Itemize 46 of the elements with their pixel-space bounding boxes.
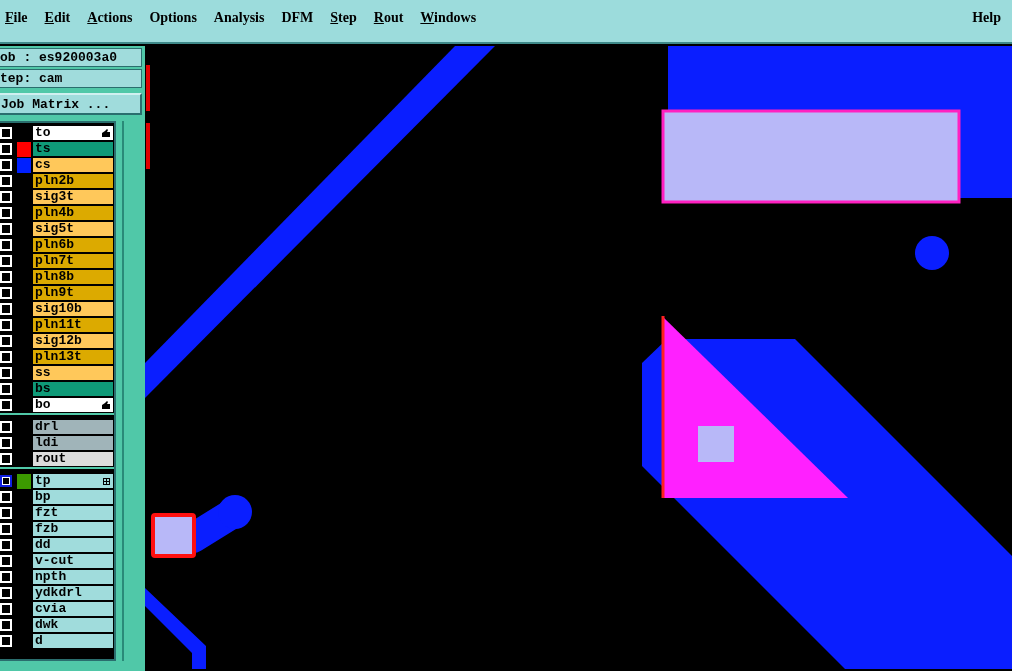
menu-item[interactable]: Options xyxy=(149,10,197,26)
layer-name[interactable]: sig5t xyxy=(33,222,113,236)
layer-name[interactable]: pln13t xyxy=(33,350,113,364)
layer-name[interactable]: drl xyxy=(33,420,113,434)
layer-name[interactable]: pln4b xyxy=(33,206,113,220)
layer-name[interactable]: rout xyxy=(33,452,113,466)
layer-name[interactable]: npth xyxy=(33,570,113,584)
layer-name[interactable]: dd xyxy=(33,538,113,552)
menu-item[interactable]: Actions xyxy=(87,10,133,26)
menu-item[interactable]: DFM xyxy=(281,10,314,26)
layer-name[interactable]: bo xyxy=(33,398,113,412)
layer-name[interactable]: cvia xyxy=(33,602,113,616)
menu-item[interactable]: Analysis xyxy=(213,10,265,26)
layer-name[interactable]: cs xyxy=(33,158,113,172)
layer-name[interactable]: d xyxy=(33,634,113,648)
layer-name[interactable]: dwk xyxy=(33,618,113,632)
job-label: ob : es920003a0 xyxy=(0,48,142,67)
layer-name[interactable]: pln8b xyxy=(33,270,113,284)
job-matrix-button[interactable]: Job Matrix ... xyxy=(0,93,142,115)
layer-toggle[interactable] xyxy=(0,475,12,487)
layer-name[interactable]: v-cut xyxy=(33,554,113,568)
layer-name[interactable]: ldi xyxy=(33,436,113,450)
step-label: tep: cam xyxy=(0,69,142,88)
layer-name[interactable]: ts xyxy=(33,142,113,156)
layer-name[interactable]: bp xyxy=(33,490,113,504)
layer-name[interactable]: ss xyxy=(33,366,113,380)
layer-name[interactable]: pln7t xyxy=(33,254,113,268)
menu-item[interactable]: Step xyxy=(330,10,357,26)
menu-item[interactable]: File xyxy=(5,10,28,26)
menu-item[interactable]: Windows xyxy=(420,10,477,26)
layer-name[interactable]: pln11t xyxy=(33,318,113,332)
layer-name[interactable]: ydkdrl xyxy=(33,586,113,600)
layer-name[interactable]: pln6b xyxy=(33,238,113,252)
layer-name[interactable]: pln2b xyxy=(33,174,113,188)
layer-name[interactable]: fzb xyxy=(33,522,113,536)
help-menu[interactable]: Help xyxy=(972,10,1001,26)
menu-item[interactable]: Edit xyxy=(44,10,71,26)
menu-item[interactable]: Rout xyxy=(373,10,404,26)
layer-name[interactable]: to xyxy=(33,126,113,140)
layer-name[interactable]: fzt xyxy=(33,506,113,520)
layer-name[interactable]: bs xyxy=(33,382,113,396)
layer-name[interactable]: tp xyxy=(33,474,113,488)
layer-name[interactable]: sig12b xyxy=(33,334,113,348)
layer-name[interactable]: sig10b xyxy=(33,302,113,316)
layer-name[interactable]: sig3t xyxy=(33,190,113,204)
layer-name[interactable]: pln9t xyxy=(33,286,113,300)
